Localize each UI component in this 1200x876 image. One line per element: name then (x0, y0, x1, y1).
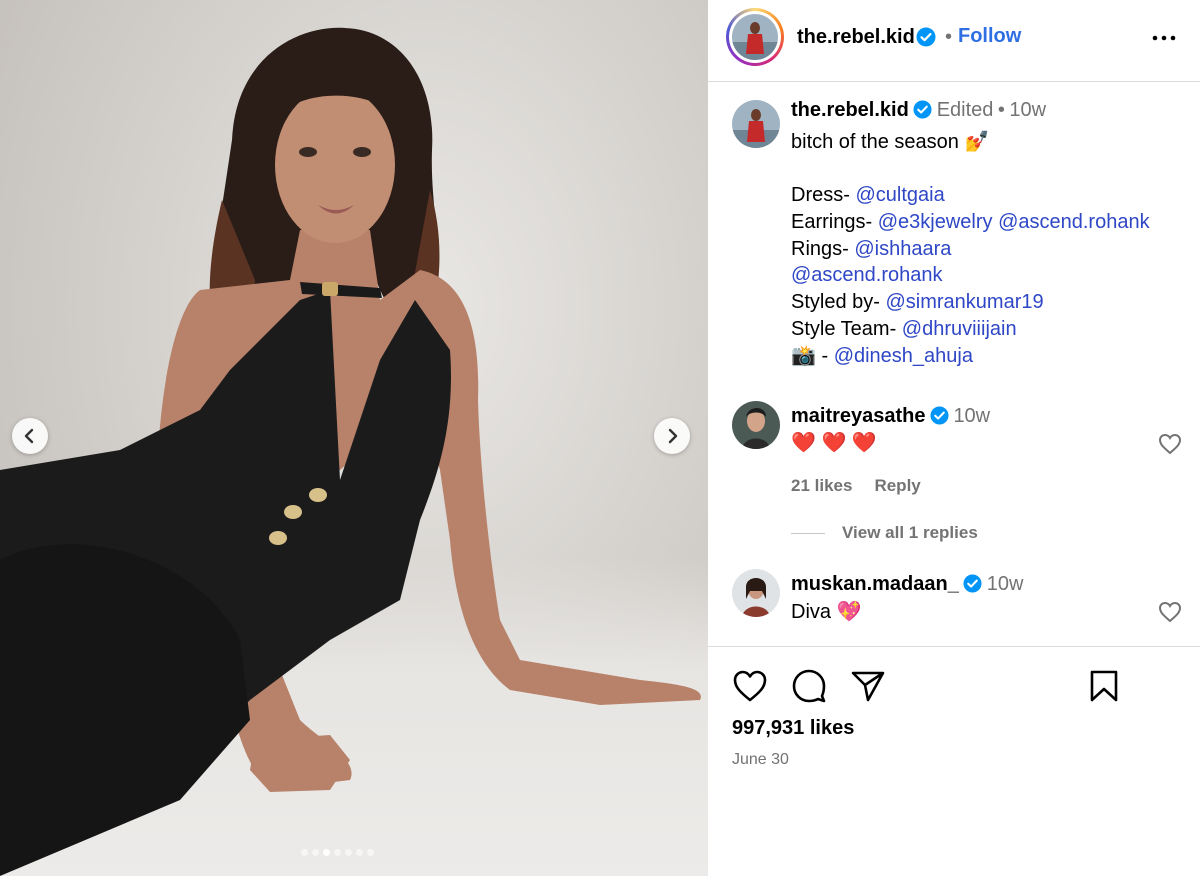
comment-1-reply-button[interactable]: Reply (874, 476, 920, 495)
post-media (0, 0, 708, 876)
caption-text: bitch of the season 💅 Dress- @cultgaia Ear… (791, 129, 1191, 369)
caption-line-text: Style Team- (791, 317, 902, 340)
comment-2-username[interactable]: muskan.madaan_ (791, 573, 959, 595)
carousel-dot (312, 849, 319, 856)
comment-2-age: 10w (986, 573, 1024, 595)
caption-line: Earrings- @e3kjewelry @ascend.rohank (791, 209, 1191, 236)
caption-age: 10w (1009, 99, 1047, 121)
caption-line-text: Rings- (791, 237, 855, 260)
carousel-dot (367, 849, 374, 856)
mention-link[interactable]: @simrankumar19 (885, 291, 1043, 313)
caption-line (791, 156, 1191, 183)
like-comment-heart-icon[interactable] (1158, 433, 1182, 455)
caption-emoji: 💅 (964, 131, 990, 153)
carousel-dot (356, 849, 363, 856)
carousel-indicator (301, 849, 374, 856)
author-username[interactable]: the.rebel.kid (797, 26, 915, 49)
more-options-icon[interactable] (1151, 26, 1177, 50)
post-header: the.rebel.kid • Follow (708, 0, 1200, 82)
comment-1-actions: 21 likes Reply (791, 476, 943, 496)
carousel-dot (334, 849, 341, 856)
caption-line: Dress- @cultgaia (791, 182, 1191, 209)
verified-badge-icon (963, 574, 982, 593)
caption-line: Styled by- @simrankumar19 (791, 289, 1191, 316)
post-date: June 30 (732, 751, 789, 768)
caption-username[interactable]: the.rebel.kid (791, 99, 909, 121)
replies-divider (791, 532, 825, 534)
mention-link[interactable]: @ishhaara (854, 238, 951, 260)
author-avatar (732, 14, 778, 60)
follow-button[interactable]: Follow (958, 25, 1021, 48)
header-separator: • (945, 26, 953, 48)
comment-1-text: ❤️ ❤️ ❤️ (791, 432, 877, 454)
comment-1-header: maitreyasathe 10w (791, 405, 990, 428)
caption-author-avatar[interactable] (732, 100, 780, 148)
caption-line: Style Team- @dhruviiijain (791, 316, 1191, 343)
mention-link[interactable]: @e3kjewelry (878, 211, 993, 233)
chevron-left-icon (24, 428, 34, 444)
author-avatar-ring[interactable] (726, 8, 784, 66)
comment-2-header: muskan.madaan_ 10w (791, 573, 1023, 596)
caption: the.rebel.kid Edited • 10w bitch of the … (791, 99, 1191, 369)
mention-link[interactable]: @dinesh_ahuja (834, 345, 973, 367)
previous-photo-button[interactable] (12, 418, 48, 454)
like-heart-icon[interactable] (732, 669, 768, 703)
likes-count[interactable]: 997,931 likes (732, 717, 854, 740)
view-replies-label: View all 1 replies (842, 523, 978, 542)
caption-line: @ascend.rohank (791, 262, 1191, 289)
save-bookmark-icon[interactable] (1088, 669, 1120, 703)
caption-dot: • (997, 99, 1005, 121)
post-photo (0, 27, 701, 876)
comment-1-likes[interactable]: 21 likes (791, 476, 852, 495)
caption-line: bitch of the season 💅 (791, 129, 1191, 156)
verified-badge-icon (916, 27, 936, 47)
mention-link[interactable]: @cultgaia (855, 184, 944, 206)
comment-1-age: 10w (953, 405, 991, 427)
commenter-avatar[interactable] (732, 401, 780, 449)
caption-line-text: Dress- (791, 184, 856, 207)
post-panel: the.rebel.kid • Follow the.rebel.kid Edi… (708, 0, 1200, 876)
mention-link[interactable]: @dhruviiijain (902, 318, 1017, 340)
post-actions: 997,931 likes June 30 (708, 646, 1200, 876)
caption-line-text: bitch of the season (791, 131, 965, 153)
comment-1-username[interactable]: maitreyasathe (791, 405, 926, 427)
caption-line-text: Earrings- (791, 211, 878, 234)
comments-section: the.rebel.kid Edited • 10w bitch of the … (708, 83, 1200, 646)
mention-link[interactable]: @ascend.rohank (998, 211, 1150, 233)
caption-line: 📸 - @dinesh_ahuja (791, 343, 1191, 370)
caption-line-text: 📸 - (791, 344, 834, 367)
caption-edited: Edited (936, 99, 994, 121)
chevron-right-icon (668, 428, 678, 444)
next-photo-button[interactable] (654, 418, 690, 454)
share-paper-plane-icon[interactable] (850, 669, 886, 703)
mention-link[interactable]: @ascend.rohank (791, 264, 943, 286)
verified-badge-icon (930, 406, 949, 425)
commenter-avatar[interactable] (732, 569, 780, 617)
caption-line-text: Styled by- (791, 291, 886, 314)
like-comment-heart-icon[interactable] (1158, 601, 1182, 623)
comment-2-text: Diva 💖 (791, 601, 862, 623)
verified-badge-icon (913, 100, 932, 119)
carousel-dot (323, 849, 330, 856)
carousel-dot (345, 849, 352, 856)
comment-bubble-icon[interactable] (791, 669, 827, 703)
carousel-dot (301, 849, 308, 856)
caption-line: Rings- @ishhaara (791, 236, 1191, 263)
view-replies-button[interactable]: View all 1 replies (791, 523, 978, 543)
